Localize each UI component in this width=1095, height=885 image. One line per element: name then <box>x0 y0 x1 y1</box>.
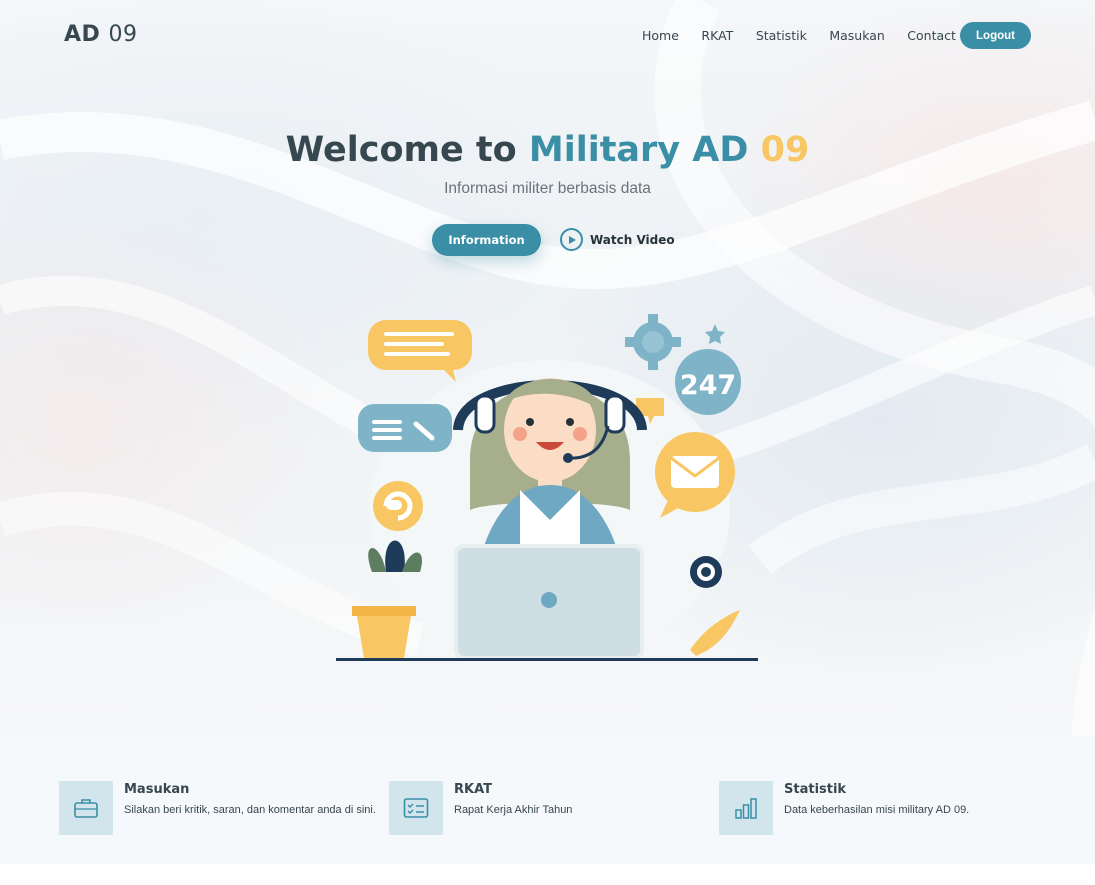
nav-home[interactable]: Home <box>642 28 679 43</box>
feature-desc: Rapat Kerja Akhir Tahun <box>454 804 573 816</box>
hero-section: AD 09 Home RKAT Statistik Masukan Contac… <box>0 0 1095 736</box>
support-agent-illustration: 247 <box>336 314 758 661</box>
nav-statistik[interactable]: Statistik <box>756 28 807 43</box>
checklist-icon <box>389 781 443 835</box>
feature-title: Masukan <box>124 782 190 797</box>
message-bubble-icon <box>358 404 452 452</box>
features-section: Masukan Silakan beri kritik, saran, dan … <box>0 736 1095 864</box>
page-bottom <box>0 864 1095 885</box>
information-button[interactable]: Information <box>432 224 541 256</box>
support-24-7-badge: 247 <box>675 349 741 415</box>
refresh-icon <box>373 481 423 531</box>
gear-icon <box>625 314 681 370</box>
feature-desc: Silakan beri kritik, saran, dan komentar… <box>124 804 376 816</box>
feature-statistik[interactable]: Statistik Data keberhasilan misi militar… <box>719 781 969 835</box>
feature-title: RKAT <box>454 782 493 797</box>
dark-gear-icon <box>690 556 722 588</box>
feature-desc: Data keberhasilan misi military AD 09. <box>784 804 970 816</box>
logo-bold: AD <box>64 22 101 47</box>
nav-masukan[interactable]: Masukan <box>829 28 884 43</box>
main-nav: Home RKAT Statistik Masukan Contact <box>642 28 978 43</box>
watch-video-label: Watch Video <box>590 232 675 247</box>
nav-contact[interactable]: Contact <box>907 28 956 43</box>
bar-chart-icon <box>719 781 773 835</box>
watch-video-link[interactable]: Watch Video <box>560 228 675 251</box>
logo-light: 09 <box>108 22 138 47</box>
hero-subtitle: Informasi militer berbasis data <box>444 180 651 197</box>
play-icon <box>560 228 583 251</box>
leaf-icon <box>690 610 740 656</box>
nav-rkat[interactable]: RKAT <box>701 28 733 43</box>
feature-masukan[interactable]: Masukan Silakan beri kritik, saran, dan … <box>59 781 376 835</box>
desk-line <box>336 658 758 661</box>
feature-rkat[interactable]: RKAT Rapat Kerja Akhir Tahun <box>389 781 572 835</box>
logout-button[interactable]: Logout <box>960 22 1031 49</box>
feature-title: Statistik <box>784 782 847 797</box>
hero-title: Welcome to Military AD 09 <box>0 130 1095 170</box>
chat-bubble-icon <box>368 320 472 382</box>
hero-title-part1: Welcome to <box>285 130 517 170</box>
badge-number: 247 <box>680 370 736 401</box>
site-logo[interactable]: AD 09 <box>64 22 137 47</box>
hero-title-part3: 09 <box>760 130 810 170</box>
briefcase-icon <box>59 781 113 835</box>
star-icon <box>705 324 725 344</box>
hero-title-part2: Military AD <box>528 130 749 170</box>
